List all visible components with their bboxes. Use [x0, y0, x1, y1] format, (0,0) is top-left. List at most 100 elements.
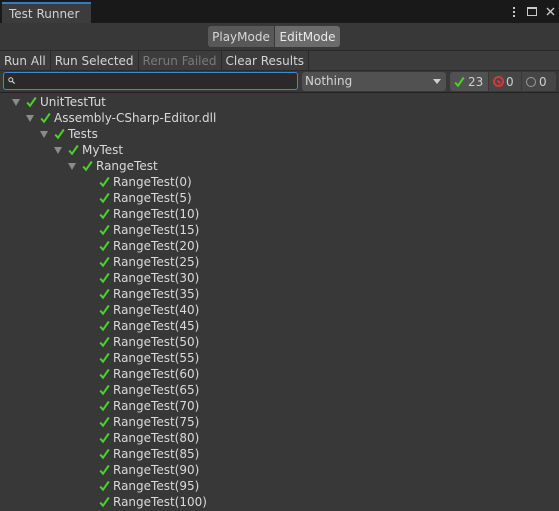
- test-case-label: RangeTest(50): [113, 335, 200, 349]
- passed-count: 23: [468, 74, 484, 89]
- test-case-label: RangeTest(10): [113, 207, 200, 221]
- not-run-icon: [526, 76, 536, 87]
- checkmark-icon: [99, 496, 110, 508]
- test-case-label: RangeTest(55): [113, 351, 200, 365]
- test-case-label: RangeTest(5): [113, 191, 192, 205]
- mode-switch: PlayMode EditMode: [0, 23, 559, 49]
- checkmark-icon: [99, 384, 110, 396]
- test-case-row[interactable]: RangeTest(80): [99, 430, 199, 446]
- test-case-row[interactable]: RangeTest(50): [99, 334, 199, 350]
- tree-node-root[interactable]: UnitTestTut: [12, 94, 106, 110]
- test-case-row[interactable]: RangeTest(55): [99, 350, 199, 366]
- tree-node-method[interactable]: RangeTest: [68, 158, 158, 174]
- test-case-row[interactable]: RangeTest(60): [99, 366, 199, 382]
- filter-bar: Nothing 23 0 0: [0, 71, 559, 93]
- failed-icon: [493, 76, 504, 87]
- expand-arrow-icon[interactable]: [54, 146, 62, 154]
- test-tree: UnitTestTut Assembly-CSharp-Editor.dll T…: [0, 93, 559, 511]
- test-case-row[interactable]: RangeTest(35): [99, 286, 199, 302]
- checkmark-icon: [82, 160, 93, 172]
- checkmark-icon: [99, 320, 110, 332]
- test-case-label: RangeTest(70): [113, 399, 200, 413]
- more-options-icon[interactable]: [505, 0, 523, 23]
- test-case-row[interactable]: RangeTest(70): [99, 398, 199, 414]
- expand-arrow-icon[interactable]: [68, 162, 76, 170]
- checkmark-icon: [54, 128, 65, 140]
- test-case-label: RangeTest(60): [113, 367, 200, 381]
- playmode-tab[interactable]: PlayMode: [208, 26, 274, 47]
- checkmark-icon: [68, 144, 79, 156]
- test-case-row[interactable]: RangeTest(5): [99, 190, 192, 206]
- tree-node-label: Assembly-CSharp-Editor.dll: [54, 111, 217, 125]
- maximize-icon[interactable]: [523, 0, 541, 23]
- search-field[interactable]: [3, 72, 298, 90]
- window-tab-bar: Test Runner: [0, 0, 559, 23]
- test-case-row[interactable]: RangeTest(85): [99, 446, 199, 462]
- test-case-label: RangeTest(90): [113, 463, 200, 477]
- rerun-failed-button[interactable]: Rerun Failed: [139, 51, 222, 70]
- test-case-row[interactable]: RangeTest(15): [99, 222, 199, 238]
- test-case-label: RangeTest(20): [113, 239, 200, 253]
- test-case-row[interactable]: RangeTest(95): [99, 478, 199, 494]
- test-case-row[interactable]: RangeTest(20): [99, 238, 199, 254]
- test-case-label: RangeTest(65): [113, 383, 200, 397]
- skipped-filter-toggle[interactable]: 0: [522, 72, 556, 91]
- test-case-label: RangeTest(25): [113, 255, 200, 269]
- search-input[interactable]: [18, 73, 294, 89]
- tree-node-namespace[interactable]: Tests: [40, 126, 98, 142]
- checkmark-icon: [40, 112, 51, 124]
- expand-arrow-icon[interactable]: [12, 98, 20, 106]
- clear-results-button[interactable]: Clear Results: [222, 51, 310, 70]
- tree-node-label: Tests: [68, 127, 98, 141]
- test-case-row[interactable]: RangeTest(10): [99, 206, 199, 222]
- expand-arrow-icon[interactable]: [26, 114, 34, 122]
- tree-node-fixture[interactable]: MyTest: [54, 142, 123, 158]
- skipped-count: 0: [539, 74, 547, 89]
- test-case-row[interactable]: RangeTest(25): [99, 254, 199, 270]
- test-case-label: RangeTest(40): [113, 303, 200, 317]
- checkmark-icon: [99, 240, 110, 252]
- test-case-row[interactable]: RangeTest(100): [99, 494, 207, 510]
- tab-test-runner[interactable]: Test Runner: [2, 2, 91, 23]
- tree-node-label: UnitTestTut: [40, 95, 106, 109]
- expand-arrow-icon[interactable]: [40, 130, 48, 138]
- test-case-row[interactable]: RangeTest(75): [99, 414, 199, 430]
- checkmark-icon: [99, 192, 110, 204]
- test-case-label: RangeTest(30): [113, 271, 200, 285]
- test-case-row[interactable]: RangeTest(90): [99, 462, 199, 478]
- test-case-row[interactable]: RangeTest(40): [99, 302, 199, 318]
- close-icon[interactable]: [541, 0, 559, 23]
- failed-count: 0: [506, 74, 514, 89]
- checkmark-icon: [26, 96, 37, 108]
- checkmark-icon: [99, 400, 110, 412]
- checkmark-icon: [99, 480, 110, 492]
- failed-filter-toggle[interactable]: 0: [489, 72, 521, 91]
- test-case-row[interactable]: RangeTest(30): [99, 270, 199, 286]
- passed-filter-toggle[interactable]: 23: [450, 72, 488, 91]
- window-controls: [505, 0, 559, 23]
- search-icon: [8, 77, 15, 84]
- checkmark-icon: [99, 368, 110, 380]
- run-selected-button[interactable]: Run Selected: [51, 51, 139, 70]
- checkmark-icon: [99, 288, 110, 300]
- test-case-label: RangeTest(45): [113, 319, 200, 333]
- checkmark-icon: [99, 464, 110, 476]
- test-case-row[interactable]: RangeTest(45): [99, 318, 199, 334]
- test-case-label: RangeTest(75): [113, 415, 200, 429]
- tree-node-label: RangeTest: [96, 159, 158, 173]
- checkmark-icon: [99, 272, 110, 284]
- checkmark-icon: [99, 448, 110, 460]
- test-case-label: RangeTest(85): [113, 447, 200, 461]
- tree-node-label: MyTest: [82, 143, 124, 157]
- checkmark-icon: [99, 224, 110, 236]
- run-all-button[interactable]: Run All: [0, 51, 51, 70]
- checkmark-icon: [99, 416, 110, 428]
- test-case-row[interactable]: RangeTest(65): [99, 382, 199, 398]
- editmode-tab[interactable]: EditMode: [275, 26, 340, 47]
- test-case-label: RangeTest(95): [113, 479, 200, 493]
- test-case-row[interactable]: RangeTest(0): [99, 174, 192, 190]
- tree-node-assembly[interactable]: Assembly-CSharp-Editor.dll: [26, 110, 216, 126]
- category-dropdown[interactable]: Nothing: [302, 72, 446, 91]
- checkmark-icon: [99, 176, 110, 188]
- test-case-label: RangeTest(35): [113, 287, 200, 301]
